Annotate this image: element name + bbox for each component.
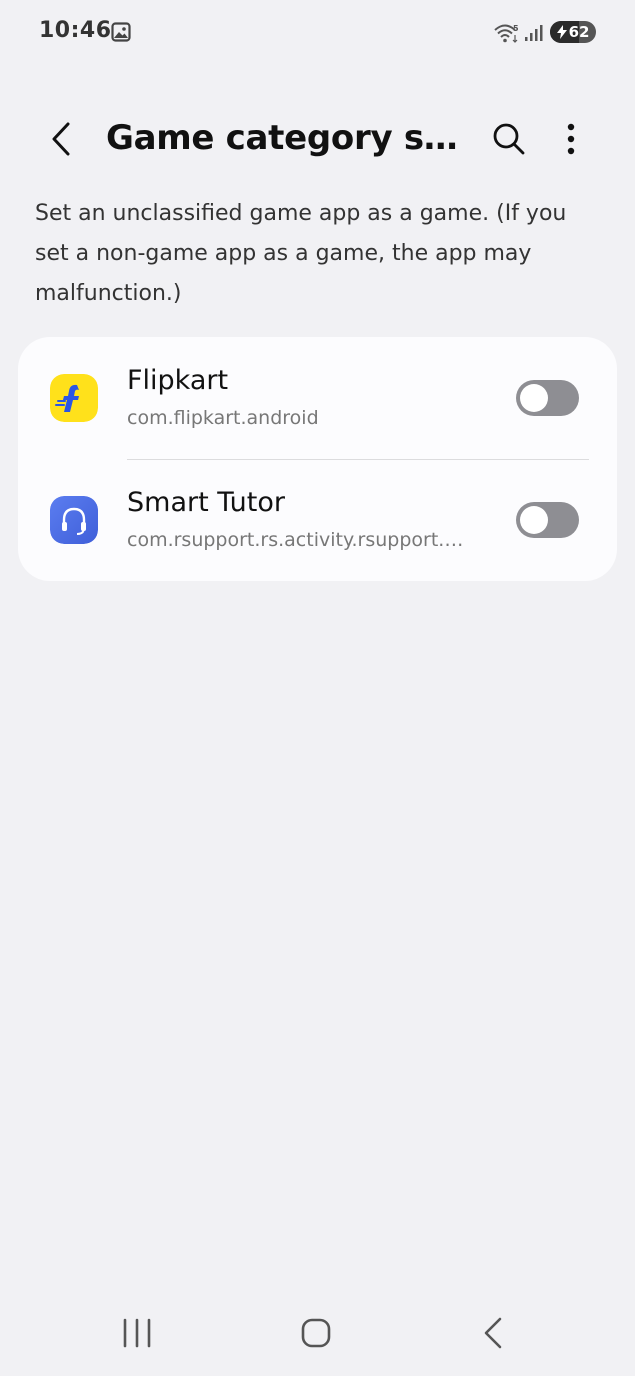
app-row-flipkart[interactable]: Flipkart com.flipkart.android [18, 337, 617, 460]
signal-icon [525, 25, 543, 41]
back-arrow-icon [52, 122, 70, 156]
app-package: com.flipkart.android [127, 407, 319, 429]
home-icon [301, 1318, 331, 1348]
status-time: 10:46 [39, 18, 112, 43]
app-package: com.rsupport.rs.activity.rsupport.aas2 [127, 529, 472, 551]
recents-icon [123, 1318, 151, 1348]
gallery-icon [111, 22, 131, 42]
toggle-knob [520, 506, 548, 534]
toggle-knob [520, 384, 548, 412]
description-text: Set an unclassified game app as a game. … [35, 201, 567, 306]
nav-back-button[interactable] [470, 1312, 518, 1356]
svg-text:5: 5 [513, 24, 519, 33]
app-name: Smart Tutor [127, 487, 285, 518]
page-title: Game category settings [106, 118, 474, 158]
navigation-bar [0, 1290, 635, 1376]
flipkart-icon [50, 374, 98, 422]
back-button[interactable] [36, 114, 86, 164]
app-row-smart-tutor[interactable]: Smart Tutor com.rsupport.rs.activity.rsu… [18, 459, 617, 581]
home-button[interactable] [292, 1312, 340, 1356]
wifi-icon: 5 [494, 24, 519, 43]
battery-level: 62 [568, 23, 590, 41]
battery-charging-icon [556, 25, 567, 39]
more-vertical-icon [567, 123, 575, 155]
app-list-card: Flipkart com.flipkart.android Smart Tuto… [18, 337, 617, 581]
search-icon [493, 123, 525, 155]
app-bar: Game category settings [0, 100, 635, 180]
app-name: Flipkart [127, 365, 229, 396]
more-options-button[interactable] [546, 114, 596, 164]
flipkart-game-toggle[interactable] [516, 380, 579, 416]
status-bar: 10:46 5 62 [0, 0, 635, 66]
headset-icon [50, 496, 98, 544]
recents-button[interactable] [113, 1312, 161, 1356]
nav-back-icon [484, 1317, 502, 1349]
search-button[interactable] [484, 114, 534, 164]
battery-indicator: 62 [550, 21, 596, 43]
smart-tutor-game-toggle[interactable] [516, 502, 579, 538]
